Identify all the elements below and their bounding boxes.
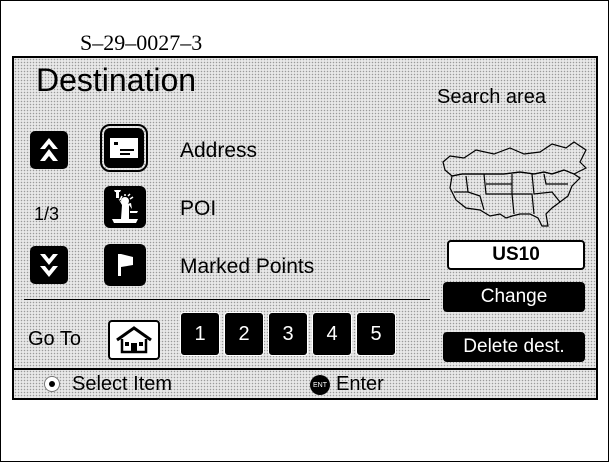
divider — [24, 299, 430, 300]
navigation-screen: Destination Search area 1/3 Address POI … — [12, 56, 598, 400]
menu-item-label: Address — [180, 139, 258, 162]
status-bar: Select Item ENT Enter — [14, 368, 596, 400]
select-item-hint: Select Item — [72, 373, 173, 395]
enter-hint: Enter — [336, 373, 384, 395]
double-chevron-up-icon — [40, 138, 58, 161]
goto-number-1-button[interactable]: 1 — [180, 312, 220, 356]
menu-item-marked-points[interactable]: Marked Points — [104, 244, 404, 290]
goto-number-5-button[interactable]: 5 — [356, 312, 396, 356]
page-indicator: 1/3 — [34, 204, 60, 224]
home-icon — [116, 326, 152, 354]
goto-label: Go To — [28, 328, 81, 350]
home-button[interactable] — [108, 320, 160, 360]
scroll-up-button[interactable] — [30, 131, 68, 169]
statue-of-liberty-icon — [104, 186, 146, 228]
goto-number-3-button[interactable]: 3 — [268, 312, 308, 356]
address-card-icon — [100, 124, 148, 172]
knob-icon — [44, 376, 60, 392]
screen-title: Destination — [36, 62, 197, 98]
menu-item-poi[interactable]: POI — [104, 186, 404, 232]
flag-icon — [104, 244, 146, 286]
north-america-map-icon — [442, 141, 588, 227]
goto-number-2-button[interactable]: 2 — [224, 312, 264, 356]
scroll-down-button[interactable] — [30, 246, 68, 284]
figure-code: S–29–0027–3 — [80, 30, 203, 55]
menu-item-label: Marked Points — [180, 255, 315, 278]
region-label: US10 — [447, 240, 585, 270]
menu-item-label: POI — [180, 197, 217, 220]
delete-destination-button[interactable]: Delete dest. — [443, 332, 585, 362]
double-chevron-down-icon — [40, 254, 58, 277]
change-button[interactable]: Change — [443, 282, 585, 312]
enter-icon: ENT — [310, 375, 330, 395]
goto-number-4-button[interactable]: 4 — [312, 312, 352, 356]
menu-item-address[interactable]: Address — [100, 124, 404, 174]
search-area-label: Search area — [437, 86, 546, 108]
